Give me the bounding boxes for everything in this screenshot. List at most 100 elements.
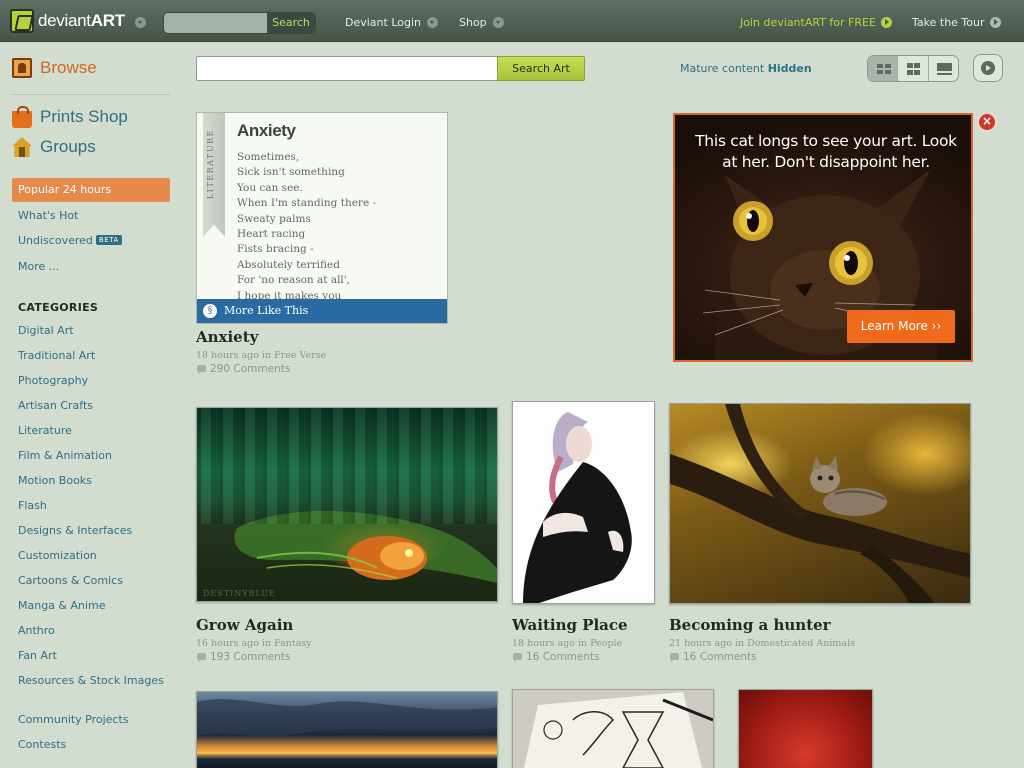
sidebar-item-undiscovered[interactable]: Undiscovered BETA bbox=[18, 234, 122, 247]
literature-card[interactable]: LITERATURE Anxiety Sometimes, Sick isn't… bbox=[196, 112, 448, 324]
deviation-comments-link[interactable]: 290 Comments bbox=[196, 363, 290, 375]
watermark: DESTINYBLUE bbox=[203, 589, 276, 598]
top-bar: deviantART Search Deviant Login Shop Joi… bbox=[0, 0, 1024, 42]
category-item[interactable]: Contests bbox=[18, 738, 178, 763]
beta-badge: BETA bbox=[95, 235, 122, 245]
category-list: Digital Art Traditional Art Photography … bbox=[18, 324, 178, 763]
literature-title: Anxiety bbox=[237, 121, 296, 140]
deviant-login-label: Deviant Login bbox=[345, 16, 422, 29]
list-view-button[interactable] bbox=[929, 56, 958, 81]
deviation-meta: 16 hours ago in Fantasy bbox=[196, 638, 312, 649]
sidebar-item-prints-shop[interactable]: Prints Shop bbox=[12, 105, 128, 128]
logo-text: deviantART bbox=[38, 11, 125, 30]
deviation-thumbnail[interactable] bbox=[196, 691, 498, 768]
category-item[interactable]: Traditional Art bbox=[18, 349, 178, 374]
excerpt-line: Heart racing bbox=[237, 227, 306, 240]
browse-icon bbox=[12, 58, 32, 78]
sidebar-item-popular-24-hours[interactable]: Popular 24 hours bbox=[12, 178, 170, 202]
category-item[interactable]: Fan Art bbox=[18, 649, 178, 674]
deviantart-logo-icon bbox=[10, 9, 34, 33]
learn-more-button[interactable]: Learn More ›› bbox=[847, 310, 955, 343]
mature-content-value: Hidden bbox=[767, 62, 812, 75]
chevron-down-icon bbox=[427, 16, 439, 28]
view-mode-toggles bbox=[867, 55, 959, 82]
category-item[interactable]: Anthro bbox=[18, 624, 178, 649]
excerpt-line: Sometimes, bbox=[237, 151, 300, 163]
deviation-thumbnail[interactable] bbox=[669, 403, 971, 604]
hourglass-drawing-photo bbox=[513, 690, 713, 768]
deviation-title[interactable]: Anxiety bbox=[196, 328, 258, 346]
top-search-input[interactable] bbox=[164, 13, 268, 33]
sidebar-item-more[interactable]: More ... bbox=[18, 260, 59, 273]
category-item[interactable]: Artisan Crafts bbox=[18, 399, 178, 424]
sunset-sea-photo bbox=[197, 699, 497, 754]
category-item[interactable]: Cartoons & Comics bbox=[18, 574, 178, 599]
small-grid-view-button[interactable] bbox=[868, 56, 899, 81]
join-label: Join deviantART for FREE bbox=[740, 16, 876, 29]
deviation-thumbnail[interactable] bbox=[738, 689, 873, 768]
art-search-input[interactable] bbox=[196, 56, 498, 81]
category-item[interactable]: Digital Art bbox=[18, 324, 178, 349]
category-item[interactable]: Manga & Anime bbox=[18, 599, 178, 624]
play-slideshow-button[interactable] bbox=[973, 54, 1003, 82]
take-tour-link[interactable]: Take the Tour bbox=[912, 16, 1001, 29]
deviant-login-link[interactable]: Deviant Login bbox=[345, 16, 439, 29]
excerpt-line: Sweaty palms bbox=[237, 212, 311, 225]
shop-link[interactable]: Shop bbox=[459, 16, 504, 29]
deviation-thumbnail[interactable]: DESTINYBLUE bbox=[196, 407, 498, 602]
arrow-right-icon bbox=[880, 16, 892, 28]
shopping-bag-icon bbox=[12, 105, 32, 128]
top-search-button[interactable]: Search bbox=[267, 13, 315, 33]
excerpt-line: For 'no reason at all', bbox=[237, 274, 351, 287]
kitten-on-branch-photo bbox=[670, 404, 970, 603]
category-item[interactable]: Motion Books bbox=[18, 474, 178, 499]
category-item[interactable]: Flash bbox=[18, 499, 178, 524]
list-view-icon bbox=[936, 63, 952, 71]
logo-chevron-down-icon[interactable] bbox=[135, 17, 146, 28]
sidebar-item-whats-hot[interactable]: What's Hot bbox=[18, 209, 78, 222]
excerpt-line: Fists bracing - bbox=[237, 243, 314, 256]
browse-label: Browse bbox=[40, 58, 97, 77]
search-art-button[interactable]: Search Art bbox=[497, 56, 585, 81]
deviation-comments-link[interactable]: 16 Comments bbox=[669, 651, 757, 663]
prints-shop-label: Prints Shop bbox=[40, 107, 128, 126]
woman-portrait-photo bbox=[523, 412, 632, 603]
undiscovered-label: Undiscovered bbox=[18, 234, 93, 247]
deviation-title[interactable]: Grow Again bbox=[196, 616, 293, 634]
excerpt-line: You can see. bbox=[237, 181, 303, 194]
join-link[interactable]: Join deviantART for FREE bbox=[740, 16, 892, 29]
category-item[interactable]: Resources & Stock Images bbox=[18, 674, 178, 713]
more-like-this-button[interactable]: § More Like This bbox=[197, 299, 447, 323]
deviantart-logo[interactable]: deviantART bbox=[10, 9, 125, 33]
literature-ribbon-label: LITERATURE bbox=[206, 129, 215, 199]
category-item[interactable]: Community Projects bbox=[18, 713, 178, 738]
category-item[interactable]: Customization bbox=[18, 549, 178, 574]
sleeping-figure-painting bbox=[234, 510, 497, 583]
categories-heading: CATEGORIES bbox=[18, 301, 99, 314]
deviation-title[interactable]: Becoming a hunter bbox=[669, 616, 831, 634]
category-item[interactable]: Photography bbox=[18, 374, 178, 399]
close-ad-button[interactable]: × bbox=[977, 112, 997, 132]
more-like-this-label: More Like This bbox=[224, 304, 309, 317]
deviation-thumbnail[interactable] bbox=[512, 401, 655, 604]
category-item[interactable]: Film & Animation bbox=[18, 449, 178, 474]
category-item[interactable]: Designs & Interfaces bbox=[18, 524, 178, 549]
deviation-thumbnail[interactable] bbox=[512, 689, 714, 768]
chevron-down-icon bbox=[492, 16, 504, 28]
category-item[interactable]: Literature bbox=[18, 424, 178, 449]
top-search: Search bbox=[163, 12, 316, 34]
deviation-comments-link[interactable]: 16 Comments bbox=[512, 651, 600, 663]
advertisement[interactable]: This cat longs to see your art. Look at … bbox=[673, 113, 973, 362]
sidebar-item-browse[interactable]: Browse bbox=[12, 58, 97, 78]
grid-icon bbox=[907, 63, 914, 68]
excerpt-line: Absolutely terrified bbox=[237, 258, 340, 271]
excerpt-line: Sick isn't something bbox=[237, 166, 345, 179]
deviation-title[interactable]: Waiting Place bbox=[512, 616, 628, 634]
sidebar: Browse Prints Shop Groups Popular 24 hou… bbox=[0, 43, 182, 768]
large-grid-view-button[interactable] bbox=[898, 56, 929, 81]
mature-content-label: Mature content bbox=[680, 62, 765, 75]
sidebar-item-groups[interactable]: Groups bbox=[12, 137, 96, 157]
deviation-comments-link[interactable]: 193 Comments bbox=[196, 651, 290, 663]
mature-content-toggle[interactable]: Mature content Hidden bbox=[680, 62, 812, 75]
deviation-meta: 18 hours ago in People bbox=[512, 638, 623, 649]
